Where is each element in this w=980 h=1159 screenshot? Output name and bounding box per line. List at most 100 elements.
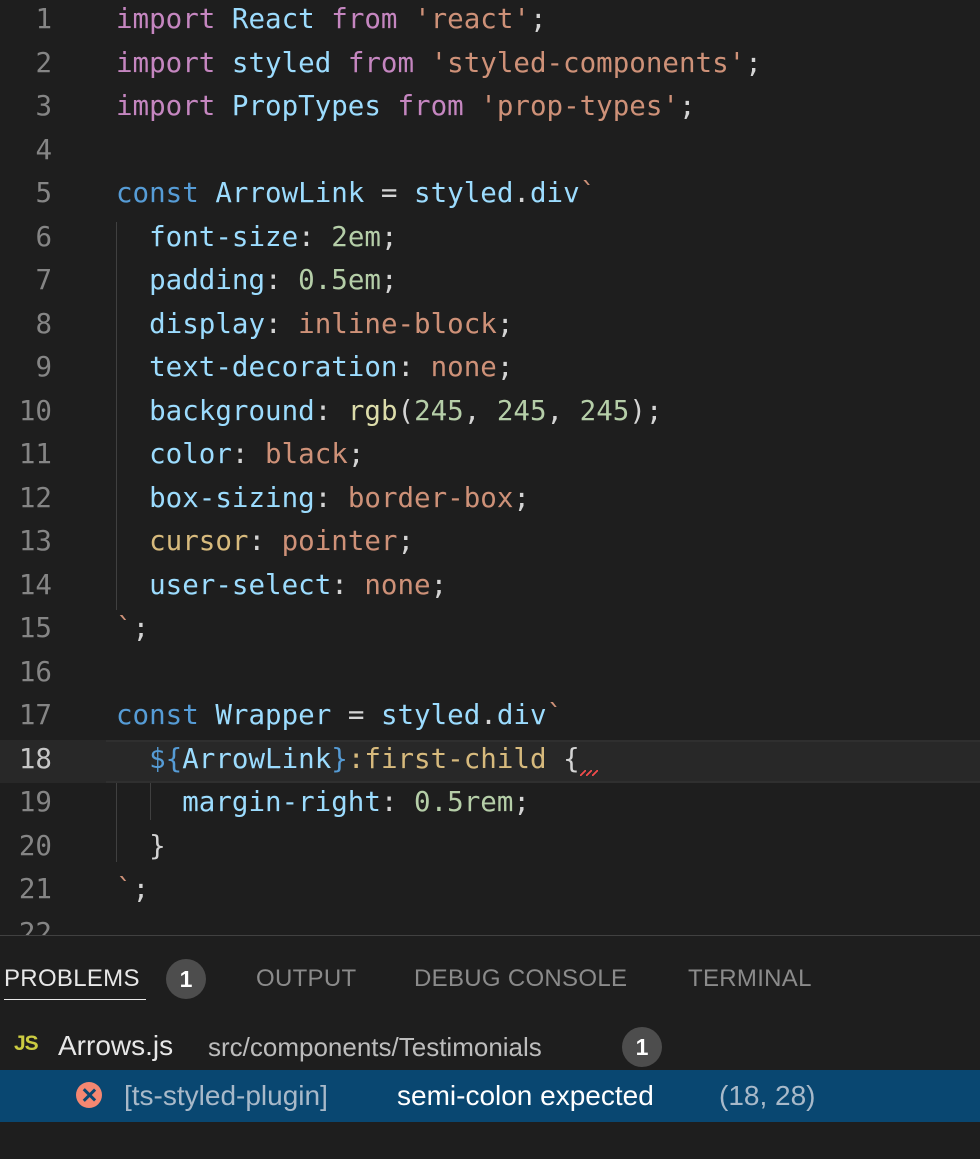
code-token: ; xyxy=(678,90,696,122)
file-name: Arrows.js xyxy=(58,1030,174,1061)
code-token: : xyxy=(397,351,431,383)
code-line[interactable]: 10 background: rgb(245, 245, 245); xyxy=(0,392,980,436)
code-token: React xyxy=(231,3,315,35)
code-token: , xyxy=(546,394,580,427)
code-line[interactable]: 6 font-size: 2em; xyxy=(0,218,980,262)
code-token: border-box xyxy=(347,481,514,514)
code-line[interactable]: 17 const Wrapper = styled.div` xyxy=(0,696,980,740)
code-token: } xyxy=(331,742,348,775)
problem-file-group[interactable]: JS Arrows.js src/components/Testimonials… xyxy=(0,1022,980,1070)
code-line[interactable]: 5 const ArrowLink = styled.div` xyxy=(0,174,980,218)
code-token: pointer xyxy=(281,525,398,557)
line-code: `; xyxy=(116,609,149,647)
code-token: : xyxy=(314,481,348,514)
problem-source: [ts-styled-plugin] xyxy=(124,1080,328,1111)
line-code: const Wrapper = styled.div` xyxy=(116,696,563,734)
code-line[interactable]: 13 cursor: pointer; xyxy=(0,522,980,566)
code-line[interactable]: 12 box-sizing: border-box; xyxy=(0,479,980,523)
code-line[interactable]: 9 text-decoration: none; xyxy=(0,348,980,392)
tab-problems[interactable]: PROBLEMS xyxy=(4,964,140,994)
code-token: ; xyxy=(132,612,150,644)
tab-output[interactable]: OUTPUT xyxy=(256,964,356,994)
line-number: 15 xyxy=(18,612,52,644)
line-code: `; xyxy=(116,870,149,908)
tab-terminal[interactable]: TERMINAL xyxy=(688,964,812,994)
line-number: 14 xyxy=(18,568,52,601)
code-token: import xyxy=(116,90,216,122)
code-token: 245 xyxy=(579,394,630,427)
code-token: font-size xyxy=(149,220,299,253)
code-token: ArrowLink xyxy=(182,742,332,775)
bottom-panel: PROBLEMS 1 OUTPUT DEBUG CONSOLE TERMINAL… xyxy=(0,935,980,1159)
code-line[interactable]: 20 } xyxy=(0,827,980,871)
line-code: padding: 0.5em; xyxy=(116,261,397,299)
code-token: div xyxy=(529,177,580,209)
code-token: . xyxy=(480,699,497,731)
code-line[interactable]: 1 import React from 'react'; xyxy=(0,0,980,44)
line-number: 21 xyxy=(18,873,52,905)
line-number: 12 xyxy=(18,481,52,514)
code-line[interactable]: 21 `; xyxy=(0,870,980,914)
code-token: ( xyxy=(397,394,415,427)
code-editor[interactable]: 1 import React from 'react'; 2 import style… xyxy=(0,0,980,935)
code-line[interactable]: 15 `; xyxy=(0,609,980,653)
line-code: box-sizing: border-box; xyxy=(116,479,530,517)
problem-location: (18, 28) xyxy=(719,1080,816,1111)
problems-count-badge: 1 xyxy=(166,959,206,999)
line-code: font-size: 2em; xyxy=(116,218,397,256)
code-line[interactable]: 14 user-select: none; xyxy=(0,566,980,610)
code-token: ` xyxy=(116,612,133,644)
code-token: 0.5rem xyxy=(414,786,514,818)
tab-debug-console[interactable]: DEBUG CONSOLE xyxy=(414,964,627,994)
code-line[interactable]: 18 ${ArrowLink}:first-child { xyxy=(0,739,980,783)
line-code: background: rgb(245, 245, 245); xyxy=(116,392,662,430)
code-line[interactable]: 22 xyxy=(0,914,980,936)
code-line[interactable]: 11 color: black; xyxy=(0,435,980,479)
error-squiggle xyxy=(580,769,598,776)
line-code: const ArrowLink = styled.div` xyxy=(116,174,596,212)
code-token: ArrowLink xyxy=(215,177,365,209)
line-code: cursor: pointer; xyxy=(116,522,414,560)
code-token: Wrapper xyxy=(215,699,332,731)
code-token: from xyxy=(397,90,464,122)
code-token: import xyxy=(116,46,216,79)
code-token: styled xyxy=(380,699,481,731)
code-token: = xyxy=(331,699,381,731)
code-line[interactable]: 8 display: inline-block; xyxy=(0,305,980,349)
code-token: box-sizing xyxy=(149,481,315,514)
line-code: user-select: none; xyxy=(116,566,447,604)
line-number: 1 xyxy=(35,3,52,35)
error-icon xyxy=(76,1082,102,1108)
code-line[interactable]: 2 import styled from 'styled-components'; xyxy=(0,44,980,88)
line-code: margin-right: 0.5rem; xyxy=(116,783,530,821)
code-token: black xyxy=(265,438,348,470)
line-code: import React from 'react'; xyxy=(116,0,547,38)
code-token: ` xyxy=(546,699,564,731)
code-token: :first-child xyxy=(347,742,547,775)
code-line[interactable]: 16 xyxy=(0,653,980,697)
line-number: 5 xyxy=(35,177,52,209)
code-token: const xyxy=(116,177,199,209)
code-line[interactable]: 4 xyxy=(0,131,980,175)
line-number: 20 xyxy=(18,829,52,862)
code-line[interactable]: 19 margin-right: 0.5rem; xyxy=(0,783,980,827)
problem-item[interactable]: [ts-styled-plugin] semi-colon expected (… xyxy=(0,1070,980,1122)
line-code: color: black; xyxy=(116,435,364,473)
code-token: 'react' xyxy=(414,3,530,35)
code-token: : xyxy=(248,525,282,557)
code-token: cursor xyxy=(149,525,249,557)
active-tab-indicator xyxy=(4,999,146,1000)
code-line[interactable]: 3 import PropTypes from 'prop-types'; xyxy=(0,87,980,131)
code-line[interactable]: 7 padding: 0.5em; xyxy=(0,261,980,305)
